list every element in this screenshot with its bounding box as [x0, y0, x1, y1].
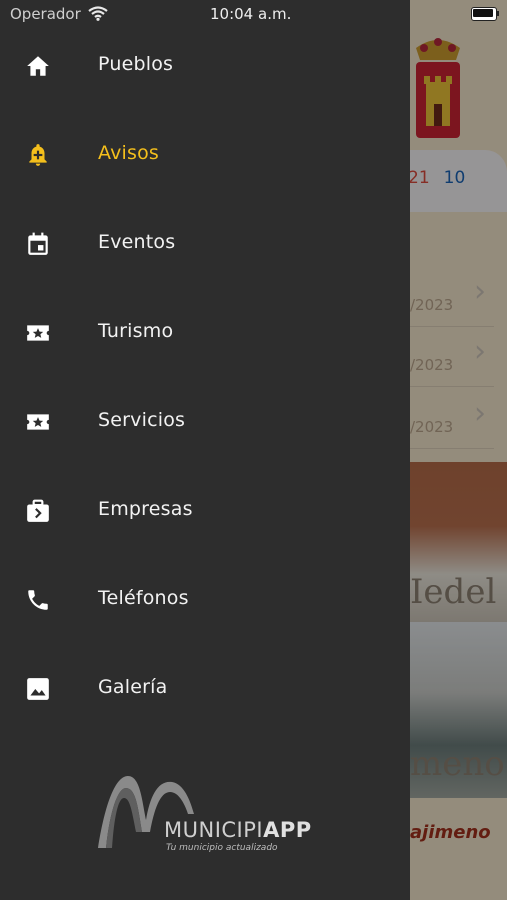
logo-wordmark: MUNICIPIAPP [164, 818, 312, 842]
drawer-scrim[interactable] [410, 0, 507, 900]
logo-tagline: Tu municipio actualizado [166, 843, 278, 853]
menu-item-label: Empresas [98, 498, 193, 520]
logo-name-bold: APP [263, 818, 312, 842]
menu-item-eventos[interactable]: Eventos [0, 199, 410, 288]
ticket-star-icon [27, 414, 49, 430]
navigation-drawer: Pueblos Avisos Eventos Turismo Servicios… [0, 0, 410, 900]
carrier-label: Operador [10, 5, 81, 23]
menu-item-label: Eventos [98, 231, 176, 253]
ticket-star-icon [27, 325, 49, 341]
menu-item-pueblos[interactable]: Pueblos [0, 21, 410, 110]
menu-item-galeria[interactable]: Galería [0, 644, 410, 733]
menu-item-avisos[interactable]: Avisos [0, 110, 410, 199]
battery-icon [471, 7, 497, 21]
wifi-icon [88, 6, 108, 21]
image-icon [27, 678, 49, 700]
briefcase-icon [27, 499, 49, 522]
menu-item-empresas[interactable]: Empresas [0, 466, 410, 555]
calendar-icon [28, 232, 48, 255]
home-icon [27, 56, 49, 76]
menu-item-label: Avisos [98, 142, 160, 164]
clock-time: 10:04 a.m. [210, 5, 292, 23]
menu-item-label: Turismo [98, 320, 174, 342]
menu-item-servicios[interactable]: Servicios [0, 377, 410, 466]
menu-item-telefonos[interactable]: Teléfonos [0, 555, 410, 644]
menu-item-label: Pueblos [98, 53, 174, 75]
menu-item-label: Galería [98, 676, 168, 698]
phone-icon [28, 590, 48, 610]
bell-plus-icon [29, 144, 47, 166]
menu-item-turismo[interactable]: Turismo [0, 288, 410, 377]
status-bar: Operador 10:04 a.m. [0, 0, 507, 30]
menu-item-label: Servicios [98, 409, 186, 431]
menu-item-label: Teléfonos [98, 587, 189, 609]
logo-name-light: MUNICIPI [164, 818, 264, 842]
battery-tip [497, 11, 499, 16]
municipiapp-logo: MUNICIPIAPP Tu municipio actualizado [96, 770, 336, 860]
